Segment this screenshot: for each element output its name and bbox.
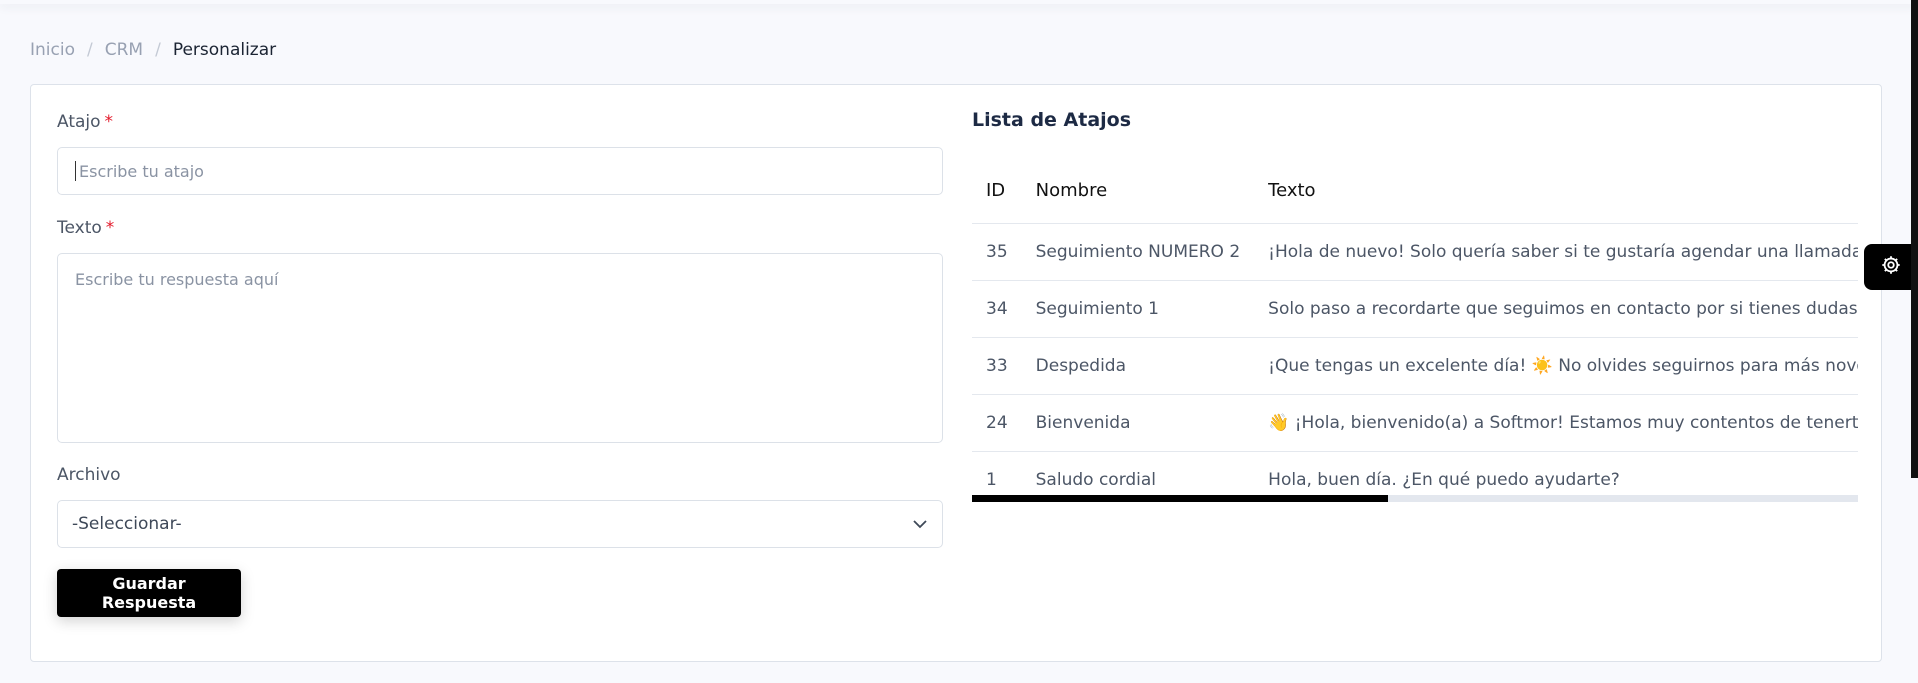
cell-texto: ¡Que tengas un excelente día! ☀️ No olvi… xyxy=(1254,337,1858,395)
breadcrumb-current: Personalizar xyxy=(172,40,277,60)
page-vertical-scrollbar[interactable] xyxy=(1911,0,1918,478)
cell-id: 1 xyxy=(972,451,1022,497)
table-row[interactable]: 24 Bienvenida 👋 ¡Hola, bienvenido(a) a S… xyxy=(972,394,1858,452)
cell-nombre: Seguimiento NUMERO 2 xyxy=(1021,223,1255,281)
scrollbar-thumb[interactable] xyxy=(972,495,1389,502)
cell-nombre: Saludo cordial xyxy=(1021,451,1255,497)
required-mark: * xyxy=(105,218,115,238)
cell-nombre: Seguimiento 1 xyxy=(1021,280,1255,338)
shortcuts-table: ID Nombre Texto 35 Seguimiento NUMERO 2 … xyxy=(972,157,1858,497)
texto-label: Texto * xyxy=(57,218,114,238)
cell-nombre: Despedida xyxy=(1021,337,1255,395)
cell-texto: Solo paso a recordarte que seguimos en c… xyxy=(1254,280,1858,338)
cell-texto: ¡Hola de nuevo! Solo quería saber si te … xyxy=(1254,223,1858,281)
breadcrumb-separator: / xyxy=(86,40,93,60)
texto-textarea[interactable]: Escribe tu respuesta aquí xyxy=(57,253,943,443)
table-header-row: ID Nombre Texto xyxy=(972,157,1858,224)
table-row[interactable]: 1 Saludo cordial Hola, buen día. ¿En qué… xyxy=(972,451,1858,497)
breadcrumb-separator: / xyxy=(155,40,161,60)
archivo-label: Archivo xyxy=(57,465,121,485)
top-header-bar xyxy=(0,0,1918,4)
breadcrumb: Inicio / CRM / Personalizar xyxy=(30,40,276,60)
archivo-selected-value: -Seleccionar- xyxy=(72,514,182,534)
table-row[interactable]: 33 Despedida ¡Que tengas un excelente dí… xyxy=(972,337,1858,395)
archivo-select[interactable]: -Seleccionar- xyxy=(57,500,943,548)
shortcuts-table-container: ID Nombre Texto 35 Seguimiento NUMERO 2 … xyxy=(972,157,1858,497)
column-header-texto[interactable]: Texto xyxy=(1254,157,1858,224)
atajo-label: Atajo * xyxy=(57,112,113,132)
shortcuts-list-title: Lista de Atajos xyxy=(972,109,1132,131)
table-row[interactable]: 34 Seguimiento 1 Solo paso a recordarte … xyxy=(972,280,1858,338)
cell-nombre: Bienvenida xyxy=(1021,394,1255,452)
settings-toggle-button[interactable] xyxy=(1864,244,1918,290)
save-response-button[interactable]: Guardar Respuesta xyxy=(57,569,241,617)
cell-texto: 👋 ¡Hola, bienvenido(a) a Softmor! Estamo… xyxy=(1254,394,1858,452)
text-caret xyxy=(75,161,76,181)
cell-id: 33 xyxy=(972,337,1022,395)
chevron-down-icon xyxy=(912,514,928,534)
cell-id: 34 xyxy=(972,280,1022,338)
column-header-nombre[interactable]: Nombre xyxy=(1021,157,1255,224)
atajo-label-text: Atajo xyxy=(57,112,101,132)
table-horizontal-scrollbar[interactable] xyxy=(972,495,1858,502)
atajo-placeholder: Escribe tu atajo xyxy=(79,161,204,181)
required-mark: * xyxy=(104,112,114,132)
cell-texto: Hola, buen día. ¿En qué puedo ayudarte? xyxy=(1254,451,1858,497)
cell-id: 24 xyxy=(972,394,1022,452)
atajo-input[interactable]: Escribe tu atajo xyxy=(57,147,943,195)
table-row[interactable]: 35 Seguimiento NUMERO 2 ¡Hola de nuevo! … xyxy=(972,223,1858,281)
cell-id: 35 xyxy=(972,223,1022,281)
column-header-id[interactable]: ID xyxy=(972,157,1022,224)
gear-icon xyxy=(1880,254,1902,280)
texto-label-text: Texto xyxy=(57,218,102,238)
texto-placeholder: Escribe tu respuesta aquí xyxy=(75,270,279,289)
breadcrumb-home[interactable]: Inicio xyxy=(30,40,75,60)
breadcrumb-crm[interactable]: CRM xyxy=(105,40,143,60)
content-card: Atajo * Escribe tu atajo Texto * Escribe t… xyxy=(30,84,1882,662)
